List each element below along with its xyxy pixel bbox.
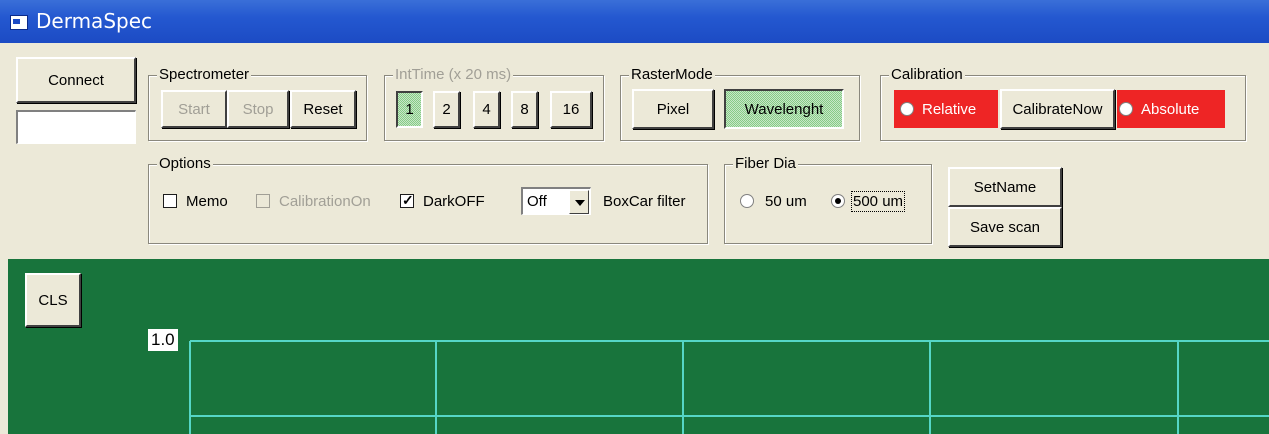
inttime-option-2[interactable]: 2 [433, 91, 460, 128]
plot-grid [189, 340, 1269, 434]
chevron-down-icon[interactable] [569, 190, 589, 214]
relative-label: Relative [922, 100, 977, 118]
absolute-label: Absolute [1141, 100, 1200, 118]
memo-checkbox[interactable] [163, 194, 177, 208]
title-bar: DermaSpec [0, 0, 1269, 43]
fiber-50um-label: 50 um [765, 193, 807, 210]
boxcar-select[interactable]: Off [521, 187, 591, 215]
relative-option[interactable]: Relative [894, 90, 998, 128]
fiber-500um-radio[interactable] [831, 194, 845, 208]
dark-off-label: DarkOFF [423, 193, 485, 210]
options-legend: Options [157, 155, 213, 172]
calibration-legend: Calibration [889, 66, 965, 83]
relative-radio[interactable] [900, 102, 914, 116]
wavelength-mode-button[interactable]: Wavelenght [724, 89, 844, 129]
fiber-500um-label: 500 um [850, 191, 906, 212]
boxcar-value: Off [527, 193, 547, 210]
calibration-on-label: CalibrationOn [279, 193, 371, 210]
inttime-option-1[interactable]: 1 [396, 91, 423, 128]
absolute-option[interactable]: Absolute [1117, 90, 1225, 128]
calibration-on-checkbox[interactable] [256, 194, 270, 208]
inttime-option-8[interactable]: 8 [511, 91, 538, 128]
dark-off-checkbox[interactable]: ✓ [400, 192, 414, 208]
absolute-radio[interactable] [1119, 102, 1133, 116]
app-window-icon [10, 15, 28, 30]
inttime-option-4[interactable]: 4 [473, 91, 500, 128]
checkmark-icon: ✓ [402, 192, 414, 208]
spectrum-plot[interactable]: CLS 1.0 [8, 259, 1269, 434]
spectrometer-legend: Spectrometer [157, 66, 252, 83]
inttime-legend: IntTime (x 20 ms) [393, 66, 514, 83]
start-button[interactable]: Start [161, 90, 227, 128]
reset-button[interactable]: Reset [290, 90, 356, 128]
selected-dot-icon [835, 198, 841, 204]
memo-label: Memo [186, 193, 228, 210]
connect-button[interactable]: Connect [16, 57, 136, 103]
rastermode-legend: RasterMode [629, 66, 715, 83]
fiber-50um-radio[interactable] [740, 194, 754, 208]
set-name-button[interactable]: SetName [948, 167, 1062, 207]
calibrate-now-button[interactable]: CalibrateNow [1000, 89, 1115, 129]
boxcar-label: BoxCar filter [603, 193, 686, 210]
window-title: DermaSpec [36, 9, 153, 33]
inttime-option-16[interactable]: 16 [550, 91, 592, 128]
pixel-mode-button[interactable]: Pixel [632, 89, 714, 129]
fiber-dia-legend: Fiber Dia [733, 155, 798, 172]
connect-status-field[interactable] [16, 110, 136, 144]
save-scan-button[interactable]: Save scan [948, 207, 1062, 247]
stop-button[interactable]: Stop [227, 90, 289, 128]
